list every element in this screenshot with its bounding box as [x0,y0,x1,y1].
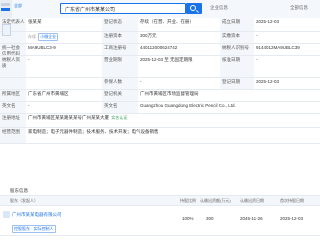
side-tab-item[interactable] [1,3,10,6]
top-right-link[interactable]: 全部信息 [290,5,308,11]
first-date: 2025-12-03 [280,216,304,221]
row-value: 广东省广州市黄埔区 [28,91,69,96]
table-row: 英文名 - 英文名 Guangzhou Guangdong Electric P… [0,102,320,114]
row-label: 实缴资本 [220,32,254,43]
row-value: - [256,57,258,62]
table-row: 注册地址 广州市黄埔区某某路某某号广州某某大厦 实名认证 [0,114,320,128]
col-header: 持股比例 [180,198,196,203]
table-row: 所属地区 广东省广州市黄埔区 登记机关 广州市黄埔区市场监督管理局 [0,90,320,102]
row-value: 存续 小微企业 [26,32,102,43]
row-value: 广州市黄埔区市场监督管理局 [140,91,199,96]
row-label: 营业期限 [102,56,138,77]
row-label: 核准日期 [220,56,254,77]
row-value: - [28,103,30,108]
row-label: 登记机关 [102,90,138,101]
search-icon [190,5,196,11]
row-value: 300万元 [140,33,157,38]
row-label: 参保人数 [102,78,138,89]
tab-count: 1 [26,188,29,193]
row-value: 9144012MA9UBLC39 [256,45,300,50]
row-label: 纳税人识别号 [220,44,254,55]
row-value: 2025-12-03 [256,19,280,24]
search-scope[interactable]: 全部 [14,3,22,9]
row-value: 存续（在营、开业、在册） [140,19,194,24]
row-value: 广州市黄埔区某某路某某号广州某某大厦 实名认证 [26,114,320,127]
table-row: 纳税人资质 - 营业期限 2025-12-03 至 无固定期限 核准日期 - [0,56,320,78]
side-tab-item-active[interactable] [1,8,10,11]
legal-rep-value[interactable]: 张某某 [26,18,102,31]
company-logo [2,24,11,36]
col-header: 股东（发起人） [10,198,38,203]
status-badge: 小微企业 [38,33,59,41]
share-ratio: 100% [182,216,194,221]
row-value: 440112000624742 [140,45,178,50]
row-label: 注册地址 [0,114,26,127]
table-row: 法定代表人 张某某 登记状态 存续（在营、开业、在册） 成立日期 2025-12… [0,18,320,32]
search-value: 广东省广州市某某公司 [65,7,116,13]
row-value: - [256,33,258,38]
col-header: 首次持股日期 [280,198,304,203]
row-value [26,78,102,89]
avatar [3,211,10,218]
row-value: - [28,57,30,62]
col-header: 认缴出资日期 [240,198,264,203]
share-date: 2045-11-26 [240,216,263,221]
shareholder-tag: 控股股东 · 实际控制人 [12,225,56,233]
table-row: 参保人数 - 登记日期 2025-12-03 [0,78,320,90]
shareholder-table-header: 股东（发起人） 持股比例 认缴出资额(万元) 认缴出资日期 首次持股日期 [0,196,320,206]
row-value: - [140,79,142,84]
logo-status-tag: 存续 [28,34,36,39]
row-label: 纳税人资质 [0,56,26,77]
verified-tag: 实名认证 [111,115,128,120]
row-label [0,78,26,89]
search-input[interactable]: 广东省广州市某某公司 [60,3,186,14]
row-label: 所属地区 [0,90,26,101]
shareholder-tabs: 股东信息 1 [0,186,320,196]
row-label: 英文名 [0,102,26,113]
row-label: 经营范围 [0,128,26,143]
table-row: 经营范围 家电制造；电子元器件制造；技术服务、技术开发；电气设备销售 [0,128,320,144]
row-label: 统一社会信用代码 [0,44,26,55]
share-amount: 300 [206,216,214,221]
row-label: 工商注册号 [102,44,138,55]
address-text: 广州市黄埔区某某路某某号广州某某大厦 [28,115,109,120]
top-mid-link[interactable]: 企业信息 [210,5,228,11]
row-label: 英文名 [102,102,138,113]
top-bar: 全部 广东省广州市某某公司 企业信息 全部信息 [0,0,320,18]
shareholder-name-link[interactable]: 广州市某某电器有限公司 [12,212,62,218]
row-label: 成立日期 [220,18,254,31]
row-value: MA9UBLC3-9 [28,45,56,50]
legal-rep-name[interactable]: 张某某 [28,19,42,24]
business-scope-value: 家电制造；电子元器件制造；技术服务、技术开发；电气设备销售 [28,129,159,134]
row-value: 2025-12-03 至 无固定期限 [140,57,193,62]
row-label: 登记日期 [220,78,254,89]
table-row: 统一社会信用代码 MA9UBLC3-9 工商注册号 44011200062474… [0,44,320,56]
col-header: 认缴出资额(万元) [200,198,231,203]
row-label: 注册资本 [102,32,138,43]
side-tab[interactable] [0,0,12,18]
row-value: Guangzhou Guangdong Electric Pencil Co.,… [140,103,236,108]
table-row: 存续 小微企业 注册资本 300万元 实缴资本 - [0,32,320,44]
search-button[interactable] [186,3,202,14]
row-label: 登记状态 [102,18,138,31]
row-value: 2025-12-03 [256,79,280,84]
